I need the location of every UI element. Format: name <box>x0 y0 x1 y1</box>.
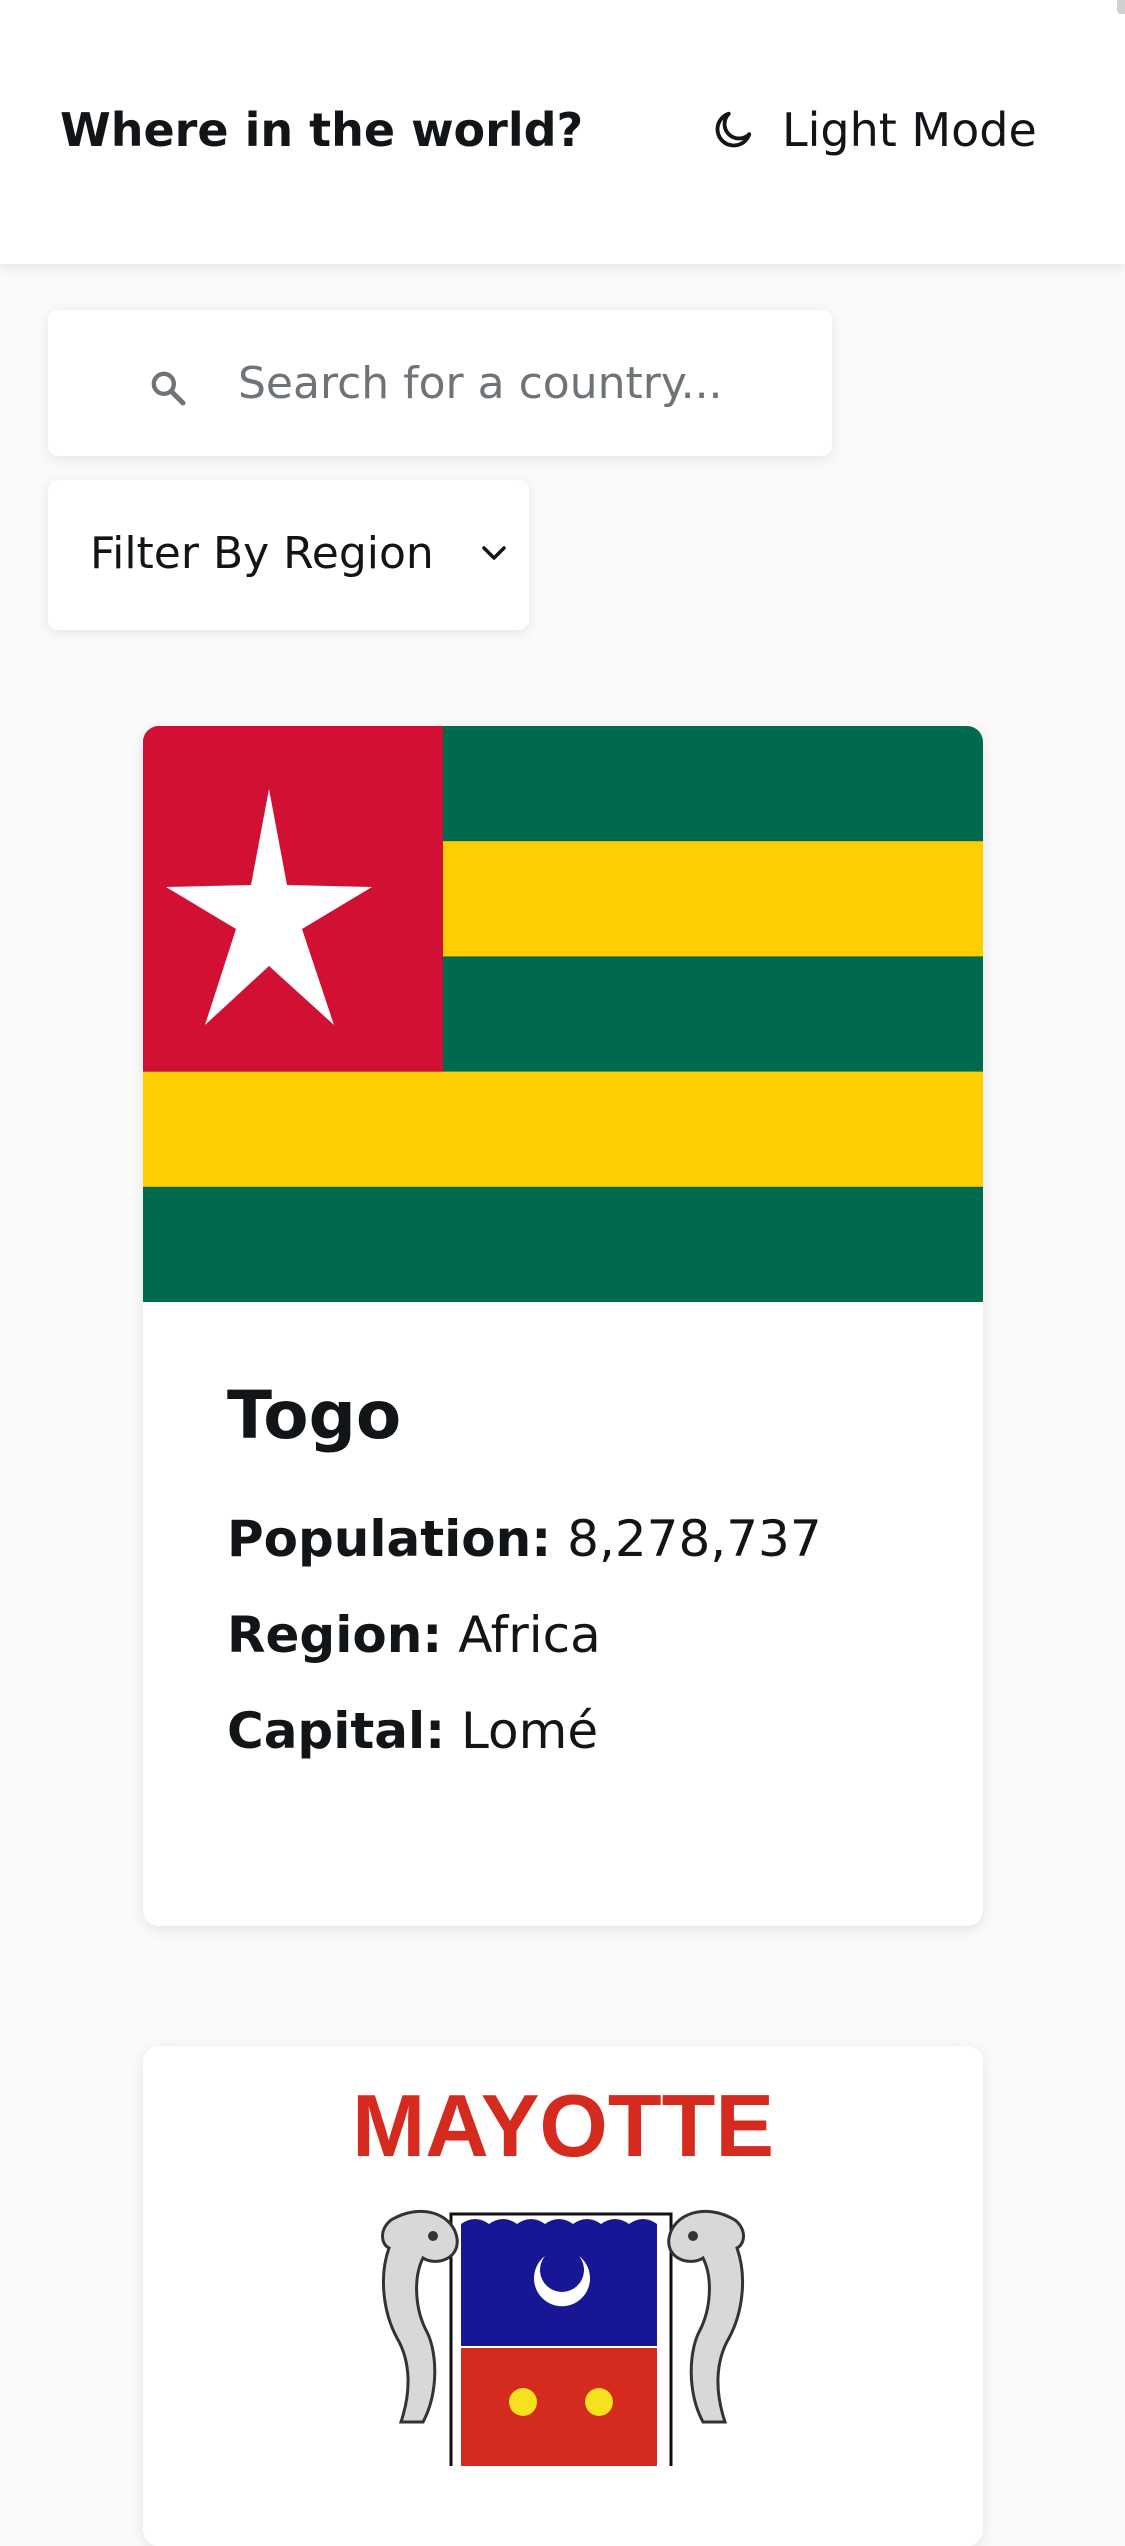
region-row: Region: Africa <box>227 1602 927 1668</box>
theme-toggle-button[interactable]: Light Mode <box>710 98 1037 162</box>
capital-row: Capital: Lomé <box>227 1698 927 1764</box>
region-label: Region: <box>227 1606 443 1664</box>
scrollbar-indicator <box>1117 0 1125 14</box>
flag-text: MAYOTTE <box>352 2076 774 2175</box>
search-input[interactable] <box>238 348 798 418</box>
search-icon <box>148 368 188 412</box>
chevron-down-icon <box>480 543 508 567</box>
moon-icon <box>710 107 756 153</box>
population-value: 8,278,737 <box>567 1510 822 1568</box>
search-box <box>48 310 832 456</box>
capital-label: Capital: <box>227 1702 446 1760</box>
region-value: Africa <box>458 1606 601 1664</box>
country-card[interactable]: Togo Population: 8,278,737 Region: Afric… <box>143 726 983 1926</box>
capital-value: Lomé <box>461 1702 599 1760</box>
app-title: Where in the world? <box>60 103 584 157</box>
app-header: Where in the world? Light Mode <box>0 0 1125 264</box>
country-flag: MAYOTTE <box>143 2046 983 2466</box>
theme-toggle-label: Light Mode <box>782 103 1037 157</box>
population-row: Population: 8,278,737 <box>227 1506 927 1572</box>
region-filter-label: Filter By Region <box>90 528 434 579</box>
country-name: Togo <box>227 1377 402 1454</box>
country-flag <box>143 726 983 1302</box>
region-filter-dropdown[interactable]: Filter By Region <box>48 480 529 630</box>
country-card-details: Togo Population: 8,278,737 Region: Afric… <box>227 1376 927 1794</box>
population-label: Population: <box>227 1510 552 1568</box>
country-card[interactable]: MAYOTTE <box>143 2046 983 2546</box>
